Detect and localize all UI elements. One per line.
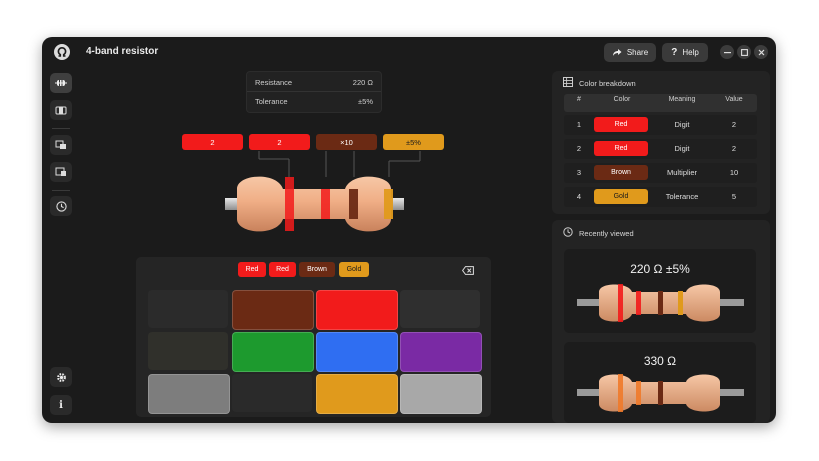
row-value: 2 xyxy=(731,120,737,129)
breakdown-title: Color breakdown xyxy=(579,79,636,88)
row-color-chip: Red xyxy=(594,117,648,132)
recent-title: Recently viewed xyxy=(579,229,634,238)
sidebar-item-4-band[interactable] xyxy=(50,73,72,93)
row-meaning: Tolerance xyxy=(665,192,699,201)
readout-divider xyxy=(247,91,381,92)
sidebar-item-code[interactable] xyxy=(50,162,72,182)
resistor-band-4 xyxy=(384,189,393,219)
band-4-chip[interactable]: ±5% xyxy=(383,134,444,150)
row-color-chip: Gold xyxy=(594,189,648,204)
color-key-blue[interactable] xyxy=(316,332,398,372)
gear-icon xyxy=(56,372,66,382)
settings-button[interactable] xyxy=(50,367,72,387)
sidebar-divider xyxy=(52,128,70,129)
header-num: # xyxy=(577,96,581,103)
row-number: 2 xyxy=(576,144,582,153)
value-readout: Resistance 220 Ω Tolerance ±5% xyxy=(246,71,382,113)
table-icon xyxy=(563,77,573,87)
smd-chip-icon xyxy=(55,140,66,149)
row-color-chip: Brown xyxy=(594,165,648,180)
band-2-chip[interactable]: 2 xyxy=(249,134,310,150)
selected-band-1[interactable]: Red xyxy=(238,262,266,277)
help-icon: ? xyxy=(671,47,678,58)
color-key-violet[interactable] xyxy=(400,332,482,372)
resistance-row: Resistance 220 Ω xyxy=(255,78,373,87)
header-color: Color xyxy=(613,96,631,103)
share-label: Share xyxy=(626,48,649,57)
color-key-yellow[interactable] xyxy=(148,332,228,370)
backspace-icon[interactable] xyxy=(462,266,474,275)
recent-item-label: 220 Ω ±5% xyxy=(630,262,690,276)
info-icon: i xyxy=(59,399,63,411)
color-key-red[interactable] xyxy=(316,290,398,330)
row-number: 1 xyxy=(576,120,582,129)
color-key-green[interactable] xyxy=(232,332,314,372)
resistor-icon xyxy=(55,80,67,86)
resistance-value: 220 Ω xyxy=(352,78,373,87)
band-1-chip[interactable]: 2 xyxy=(182,134,243,150)
row-number: 4 xyxy=(576,192,582,201)
header-value: Value xyxy=(725,96,743,103)
close-icon xyxy=(758,49,764,55)
resistor-illustration xyxy=(225,151,421,232)
share-icon xyxy=(612,49,622,56)
band-resistor-icon xyxy=(55,106,67,114)
resistance-label: Resistance xyxy=(255,78,293,87)
share-button[interactable]: Share xyxy=(604,43,656,62)
help-label: Help xyxy=(682,48,699,57)
selected-band-2[interactable]: Red xyxy=(269,262,296,277)
recent-resistor-2 xyxy=(577,374,744,412)
tolerance-label: Tolerance xyxy=(255,97,288,106)
resistor-body xyxy=(237,176,391,232)
selected-band-4[interactable]: Gold xyxy=(339,262,369,277)
selected-band-3[interactable]: Brown xyxy=(299,262,335,277)
title-bar: 4-band resistor Share ? Help xyxy=(42,37,776,67)
row-value: 5 xyxy=(731,192,737,201)
sidebar-item-5-band[interactable] xyxy=(50,100,72,120)
minimize-icon xyxy=(723,51,731,53)
clock-icon xyxy=(563,227,573,237)
band-3-chip[interactable]: ×10 xyxy=(316,134,377,150)
recent-item-1[interactable]: 220 Ω ±5% xyxy=(564,249,756,333)
maximize-icon xyxy=(740,48,748,56)
close-button[interactable] xyxy=(754,45,768,59)
sidebar-item-smd[interactable] xyxy=(50,135,72,155)
maximize-button[interactable] xyxy=(737,45,751,59)
row-number: 3 xyxy=(576,168,582,177)
color-key-black[interactable] xyxy=(148,290,228,328)
window-title: 4-band resistor xyxy=(86,46,159,57)
color-key-orange[interactable] xyxy=(400,290,480,328)
omega-logo-icon xyxy=(54,44,70,60)
color-key-gold[interactable] xyxy=(316,374,398,414)
recent-resistor-1 xyxy=(577,284,744,322)
color-key-white[interactable] xyxy=(232,374,312,412)
recent-item-label: 330 Ω xyxy=(643,354,677,368)
row-meaning: Digit xyxy=(674,144,690,153)
color-key-silver[interactable] xyxy=(400,374,482,414)
minimize-button[interactable] xyxy=(720,45,734,59)
clock-icon xyxy=(55,200,67,212)
resistor-band-3 xyxy=(349,189,358,219)
help-button[interactable]: ? Help xyxy=(662,43,708,62)
sidebar-divider xyxy=(52,190,70,191)
color-key-grey[interactable] xyxy=(148,374,230,414)
header-meaning: Meaning xyxy=(668,96,696,103)
sidebar: i xyxy=(42,67,82,423)
row-meaning: Multiplier xyxy=(666,168,697,177)
row-color-chip: Red xyxy=(594,141,648,156)
recent-item-2[interactable]: 330 Ω xyxy=(564,342,756,423)
color-keypad: Red Red Brown Gold xyxy=(136,257,491,417)
color-key-brown[interactable] xyxy=(232,290,314,330)
row-value: 2 xyxy=(731,144,737,153)
row-value: 10 xyxy=(729,168,739,177)
code-chip-icon xyxy=(55,167,66,176)
tolerance-row: Tolerance ±5% xyxy=(255,97,373,106)
sidebar-item-history[interactable] xyxy=(50,196,72,216)
resistor-band-2 xyxy=(321,189,330,219)
tolerance-value: ±5% xyxy=(358,97,373,106)
row-meaning: Digit xyxy=(674,120,690,129)
resistor-band-1 xyxy=(285,177,294,231)
app-window: 4-band resistor Share ? Help i Resistanc… xyxy=(42,37,776,423)
info-button[interactable]: i xyxy=(50,395,72,415)
